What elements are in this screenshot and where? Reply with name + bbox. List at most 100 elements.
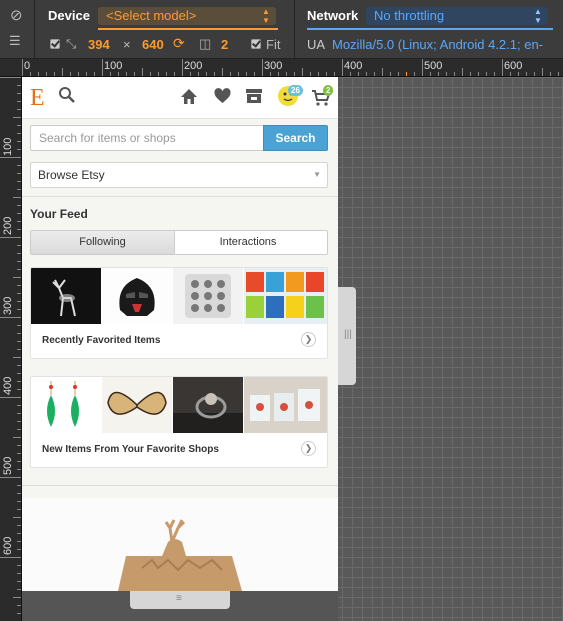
- ruler-tick: [17, 285, 21, 286]
- ruler-tick: [38, 72, 39, 76]
- resize-handle-right[interactable]: |||: [338, 287, 356, 385]
- ruler-tick: [17, 413, 21, 414]
- ruler-tick: [13, 437, 21, 438]
- ruler-tick: [454, 72, 455, 76]
- grip-icon: |||: [344, 329, 352, 340]
- search-input[interactable]: [30, 125, 264, 151]
- ruler-tick: [17, 173, 21, 174]
- ruler-label: 300: [264, 60, 283, 72]
- ruler-tick: [406, 72, 407, 76]
- ruler-tick: [17, 525, 21, 526]
- search-icon[interactable]: [58, 86, 76, 107]
- ruler-tick: [62, 68, 63, 76]
- device-viewport: E 26 2 Search Browse Etsy ▼ Your Feed Fo…: [22, 77, 338, 591]
- card-label: New Items From Your Favorite Shops: [42, 444, 219, 455]
- ruler-tick: [390, 72, 391, 76]
- ruler-tick: [17, 549, 21, 550]
- ruler-tick: [17, 253, 21, 254]
- ruler-tick: [334, 72, 335, 76]
- ruler-tick: [294, 72, 295, 76]
- ruler-tick: [310, 72, 311, 76]
- ruler-tick: [17, 85, 21, 86]
- grip-icon: ≡: [176, 593, 182, 604]
- ruler-tick: [526, 72, 527, 76]
- ruler-tick: [17, 485, 21, 486]
- ruler-tick: [17, 405, 21, 406]
- browse-etsy-dropdown[interactable]: Browse Etsy ▼: [30, 162, 328, 188]
- drawer-toggle-icon[interactable]: ☰: [9, 34, 21, 47]
- ruler-tick: [0, 397, 21, 398]
- dotted-pillow-image[interactable]: [173, 268, 243, 324]
- wooden-deer-image[interactable]: [22, 498, 338, 591]
- feed-title: Your Feed: [30, 207, 88, 221]
- ruler-tick: [102, 59, 103, 76]
- resolution-checkbox[interactable]: [50, 39, 60, 49]
- ruler-tick: [17, 493, 21, 494]
- ruler-label: 100: [2, 137, 14, 156]
- shop-icon[interactable]: [245, 88, 263, 107]
- ruler-tick: [302, 68, 303, 76]
- ruler-tick: [17, 589, 21, 590]
- height-value[interactable]: 640: [142, 37, 164, 52]
- ruler-tick: [286, 72, 287, 76]
- caret-down-icon: ▼: [313, 170, 321, 179]
- devtools-toolbar: ⊘ ☰ Device <Select model> ▲ ▼ ⤡ 394 × 640…: [0, 0, 563, 59]
- chevron-right-icon[interactable]: ❯: [301, 332, 316, 347]
- heart-icon[interactable]: [214, 88, 231, 107]
- deer-sculpture-image[interactable]: [31, 268, 101, 324]
- ceramic-cups-image[interactable]: [244, 377, 328, 433]
- ruler-tick: [17, 365, 21, 366]
- rotate-icon[interactable]: ⟳: [173, 36, 185, 50]
- ruler-tick: [17, 165, 21, 166]
- ruler-tick: [558, 72, 559, 76]
- width-value[interactable]: 394: [88, 37, 110, 52]
- horizontal-ruler: 0 100 200 300 400 500 600: [0, 59, 563, 77]
- new-items-card[interactable]: New Items From Your Favorite Shops ❯: [30, 376, 328, 468]
- swap-dimensions-icon: ⤡: [66, 36, 77, 51]
- ruler-tick: [366, 72, 367, 76]
- ruler-tick: [398, 72, 399, 76]
- ruler-tick: [17, 221, 21, 222]
- ruler-tick: [158, 72, 159, 76]
- user-agent-field[interactable]: Mozilla/5.0 (Linux; Android 4.2.1; en-: [332, 37, 552, 52]
- recently-favorited-card[interactable]: Recently Favorited Items ❯: [30, 267, 328, 359]
- ruler-label: 500: [2, 456, 14, 475]
- ruler-tick: [0, 317, 21, 318]
- ruler-tick: [326, 72, 327, 76]
- ruler-tick: [518, 72, 519, 76]
- search-button[interactable]: Search: [263, 125, 328, 151]
- ruler-tick: [510, 72, 511, 76]
- cart-badge: 2: [323, 85, 334, 96]
- ruler-tick: [17, 453, 21, 454]
- network-throttle-select[interactable]: No throttling ▲ ▼: [366, 7, 548, 25]
- colorful-mugs-image[interactable]: [244, 268, 328, 324]
- butterfly-wing-image[interactable]: [102, 377, 172, 433]
- ruler-tick: [502, 59, 503, 76]
- ruler-tick: [17, 149, 21, 150]
- ruler-tick: [486, 72, 487, 76]
- tab-interactions[interactable]: Interactions: [176, 231, 320, 254]
- ruler-tick: [270, 72, 271, 76]
- device-model-select[interactable]: <Select model> ▲ ▼: [98, 7, 276, 25]
- ruler-label: 500: [424, 60, 443, 72]
- home-icon[interactable]: [180, 88, 198, 108]
- ruler-tick: [17, 205, 21, 206]
- tab-following[interactable]: Following: [31, 231, 175, 254]
- darth-vader-mug-image[interactable]: [102, 268, 172, 324]
- disable-device-mode-icon[interactable]: ⊘: [10, 8, 23, 23]
- network-value: No throttling: [374, 8, 445, 23]
- ruler-tick: [0, 557, 21, 558]
- ruler-tick: [17, 293, 21, 294]
- ruler-label: 0: [24, 60, 31, 72]
- etsy-logo[interactable]: E: [30, 85, 45, 112]
- ruler-tick: [358, 72, 359, 76]
- ruler-tick: [550, 72, 551, 76]
- chevron-right-icon[interactable]: ❯: [301, 441, 316, 456]
- feather-earrings-image[interactable]: [31, 377, 101, 433]
- ruler-tick: [17, 93, 21, 94]
- resize-handle-bottom[interactable]: ≡: [130, 591, 230, 609]
- network-label: Network: [307, 8, 359, 23]
- fit-checkbox[interactable]: [251, 39, 261, 49]
- stone-ring-image[interactable]: [173, 377, 243, 433]
- dpr-value[interactable]: 2: [221, 37, 228, 52]
